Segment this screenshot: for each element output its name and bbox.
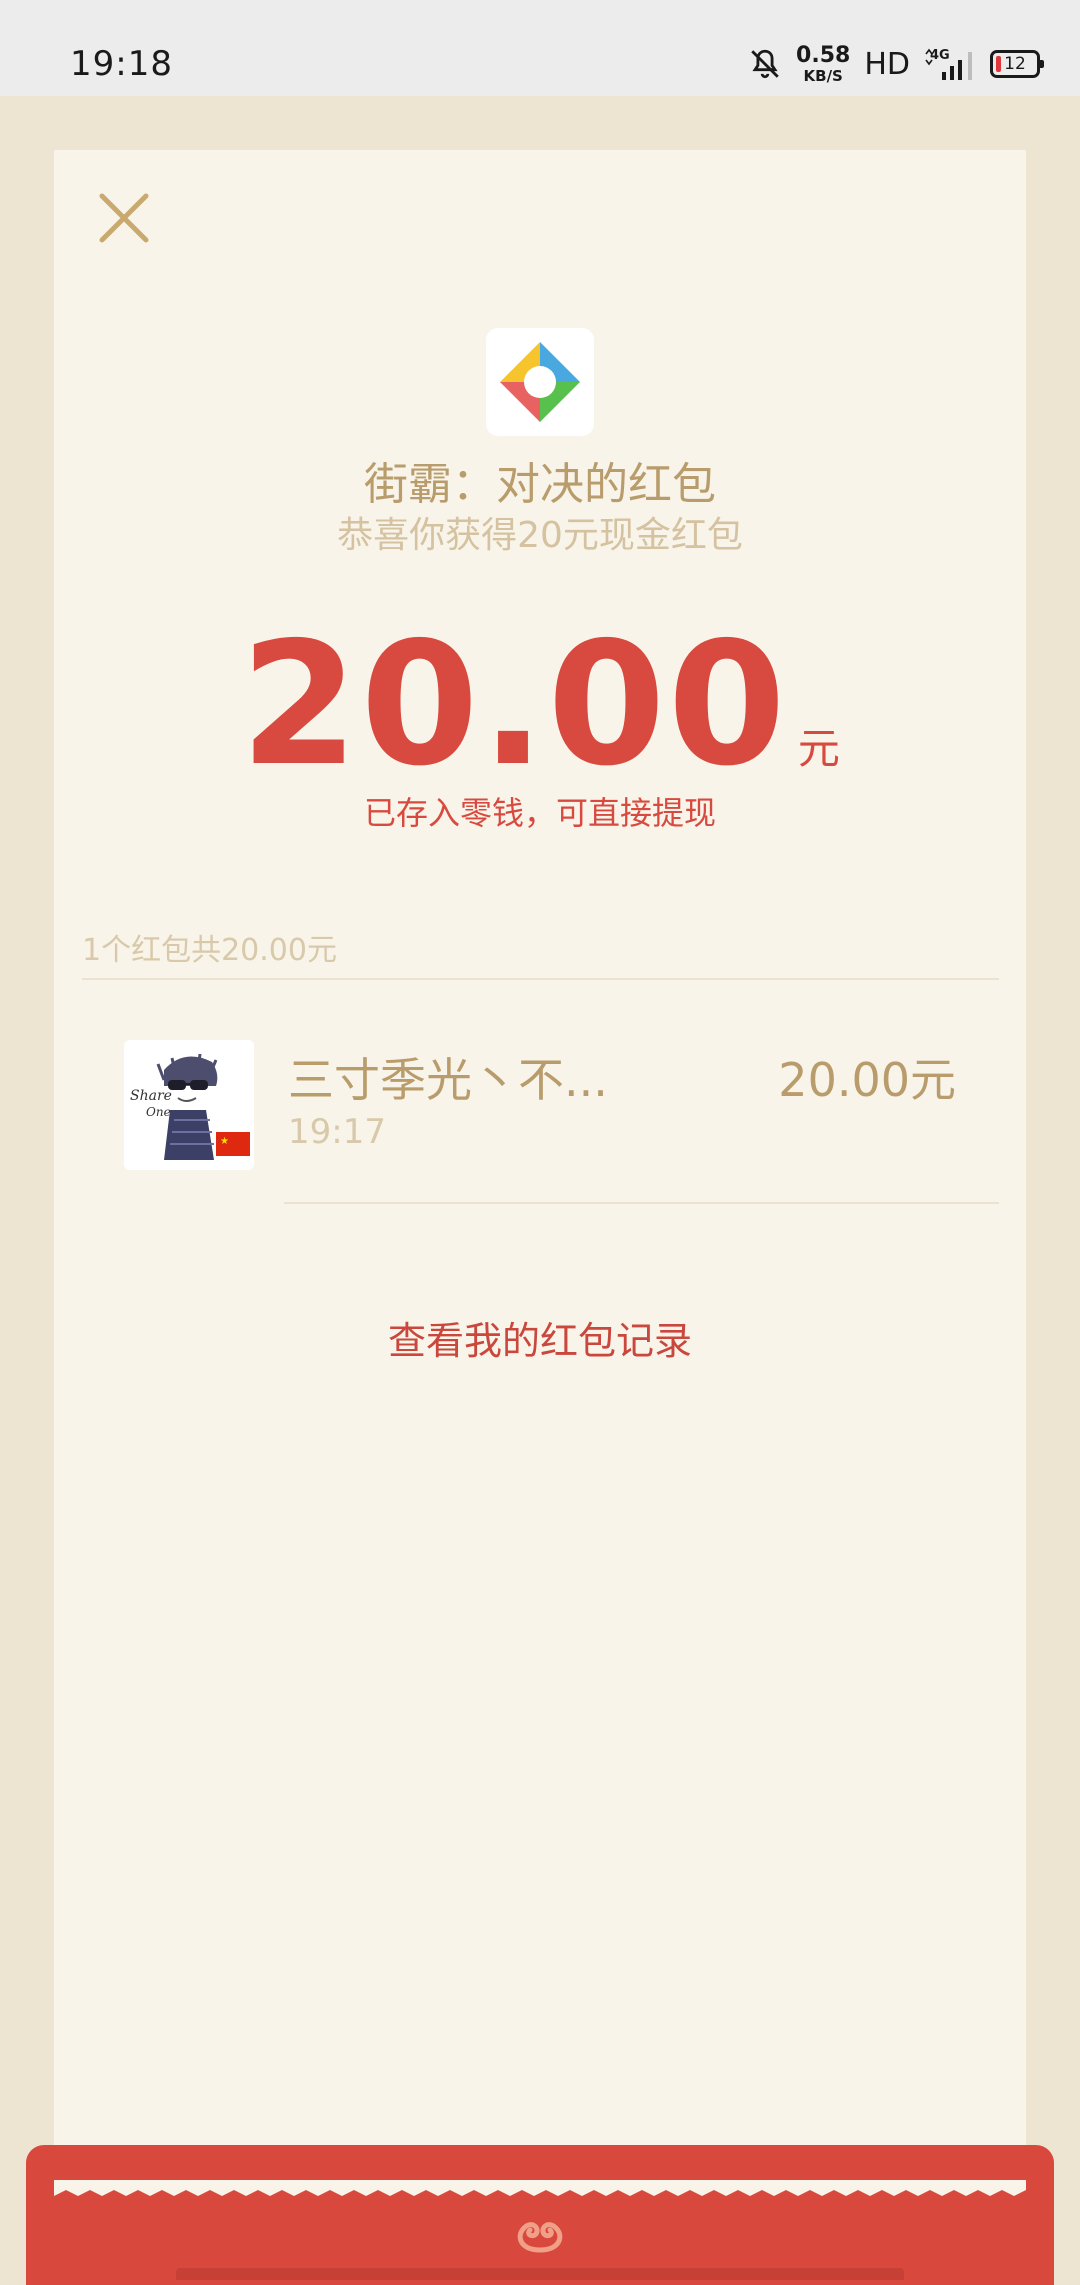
red-packet-subtitle: 恭喜你获得20元现金红包	[337, 515, 743, 556]
svg-text:Share: Share	[130, 1088, 172, 1104]
received-amount: 20.00元	[778, 1053, 956, 1107]
received-time: 19:17	[288, 1112, 386, 1152]
red-packet-detail-card: 街霸：对决的红包 恭喜你获得20元现金红包 20.00 元 已存入零钱，可直接提现…	[54, 150, 1026, 2190]
envelope-logo-icon	[517, 2222, 563, 2253]
list-item[interactable]: Share One ★ 三寸季光丶不... 19:17 20.00元	[54, 1040, 1026, 1190]
divider	[284, 1202, 999, 1204]
app-logo-icon	[486, 328, 594, 436]
red-packet-title: 街霸：对决的红包	[364, 459, 716, 510]
battery-icon: 12	[990, 50, 1044, 78]
divider	[82, 978, 999, 980]
status-bar: 19:18 0.58 KB/S HD 4G 12	[0, 0, 1080, 96]
view-records-link[interactable]: 查看我的红包记录	[54, 1310, 1026, 1365]
packet-summary: 1个红包共20.00元	[82, 933, 337, 968]
svg-text:One: One	[146, 1105, 171, 1119]
amount-value: 20.00	[240, 606, 788, 804]
sender-name: 三寸季光丶不...	[288, 1053, 608, 1107]
status-time: 19:18	[70, 44, 173, 84]
net-speed: 0.58 KB/S	[796, 42, 851, 85]
amount-display: 20.00 元	[54, 620, 1026, 790]
amount-unit: 元	[797, 724, 840, 773]
envelope-shade	[176, 2268, 904, 2280]
status-icons: 0.58 KB/S HD 4G 12	[748, 40, 1044, 88]
signal-4g-icon: 4G	[925, 48, 972, 80]
stored-to-wallet-note[interactable]: 已存入零钱，可直接提现	[54, 788, 1026, 834]
envelope-edge	[54, 2180, 1026, 2196]
hd-indicator: HD	[864, 46, 910, 82]
svg-text:★: ★	[220, 1136, 229, 1147]
svg-text:4G: 4G	[930, 48, 950, 63]
close-icon[interactable]	[94, 188, 154, 248]
bell-off-icon	[751, 49, 779, 79]
avatar[interactable]: Share One ★	[124, 1040, 254, 1170]
